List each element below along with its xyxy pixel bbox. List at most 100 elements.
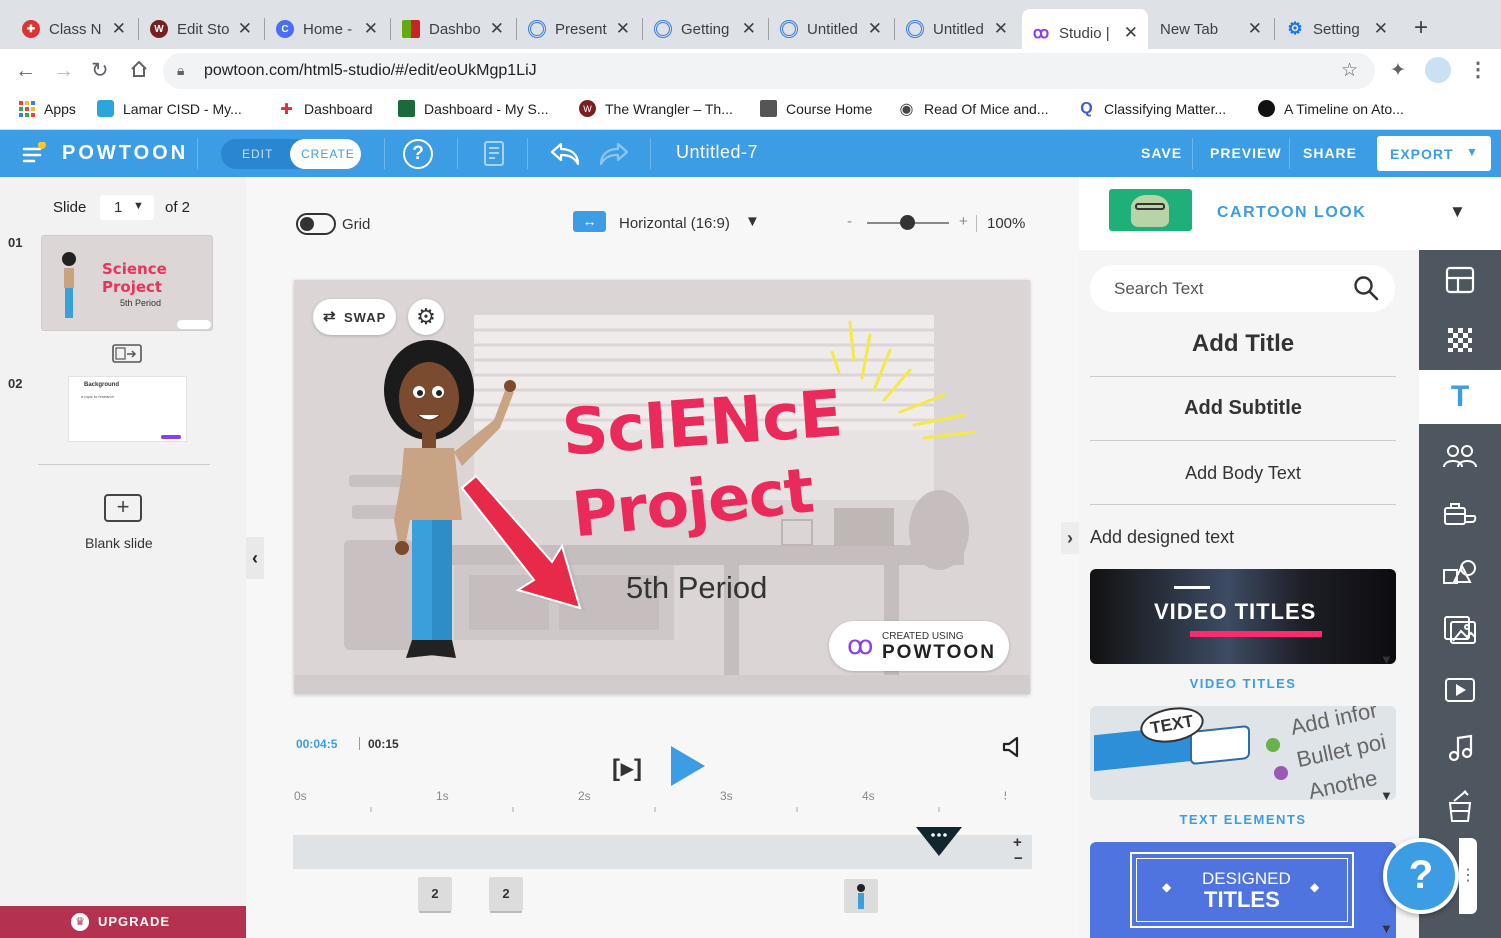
- browser-tab[interactable]: W Edit Sto ✕: [140, 9, 262, 49]
- close-tab-icon[interactable]: ✕: [1124, 23, 1138, 43]
- add-title-option[interactable]: Add Title: [1090, 330, 1396, 377]
- chevron-down-icon[interactable]: ▼: [745, 213, 760, 230]
- close-tab-icon[interactable]: ✕: [238, 19, 252, 39]
- help-menu-icon[interactable]: ⋮: [1459, 838, 1477, 914]
- reload-icon[interactable]: ↻: [91, 58, 109, 83]
- close-tab-icon[interactable]: ✕: [1374, 19, 1388, 39]
- browser-tab[interactable]: ✚ Class N ✕: [12, 9, 136, 49]
- bookmark-dashboard[interactable]: ✚ Dashboard: [278, 100, 372, 118]
- powtoon-logo[interactable]: POWTOON: [62, 142, 188, 165]
- save-button[interactable]: SAVE: [1141, 145, 1182, 161]
- expand-panel-icon[interactable]: ›: [1061, 522, 1079, 554]
- document-title[interactable]: Untitled-7: [676, 142, 758, 163]
- zoom-in-icon[interactable]: +: [959, 213, 968, 230]
- text-icon[interactable]: T: [1419, 370, 1501, 424]
- help-chat-button[interactable]: ?: [1383, 838, 1459, 914]
- text-elements-card[interactable]: TEXT Add infor Bullet poi Anothe: [1090, 706, 1396, 800]
- bookmark-wrangler[interactable]: W The Wrangler – Th...: [579, 100, 733, 117]
- browser-tab[interactable]: ⚙ Setting ✕: [1276, 9, 1398, 49]
- video-titles-card[interactable]: VIDEO TITLES: [1090, 569, 1396, 664]
- characters-icon[interactable]: [1419, 428, 1501, 484]
- bookmark-star-icon[interactable]: ☆: [1341, 59, 1358, 82]
- collapse-panel-icon[interactable]: ‹: [246, 537, 264, 579]
- card-menu-chevron-icon[interactable]: ▼: [1380, 921, 1393, 936]
- upgrade-button[interactable]: ♛ UPGRADE: [0, 906, 246, 938]
- swap-button[interactable]: ⇄ SWAP: [313, 299, 396, 335]
- play-icon[interactable]: [668, 744, 708, 788]
- extensions-icon[interactable]: ✦: [1390, 59, 1406, 82]
- play-scene-icon[interactable]: [▸]: [612, 754, 643, 783]
- orientation-select[interactable]: Horizontal (16:9): [619, 215, 730, 232]
- images-icon[interactable]: [1419, 602, 1501, 658]
- timeline-zoom-in-icon[interactable]: +: [1013, 834, 1022, 851]
- notes-icon[interactable]: [482, 140, 510, 168]
- grid-toggle[interactable]: [296, 213, 336, 235]
- slide-thumbnail[interactable]: Science Project 5th Period: [41, 235, 213, 331]
- new-tab-icon[interactable]: +: [1414, 14, 1428, 42]
- timeline-marker[interactable]: 2: [418, 877, 452, 911]
- slide-number-select[interactable]: 1 ▼: [100, 195, 154, 220]
- zoom-slider-handle[interactable]: [900, 215, 915, 230]
- browser-tab[interactable]: Untitled ✕: [770, 9, 892, 49]
- close-tab-icon[interactable]: ✕: [868, 19, 882, 39]
- slide-thumbnail[interactable]: Background a topic to research: [68, 376, 187, 442]
- props-icon[interactable]: [1419, 486, 1501, 542]
- search-text-input[interactable]: Search Text: [1090, 265, 1395, 312]
- shapes-icon[interactable]: [1419, 544, 1501, 600]
- hamburger-menu-icon[interactable]: [22, 142, 46, 164]
- menu-kebab-icon[interactable]: ⋮: [1468, 57, 1488, 82]
- address-bar[interactable]: 🔒︎ powtoon.com/html5-studio/#/edit/eoUkM…: [163, 53, 1375, 89]
- mode-toggle[interactable]: EDIT CREATE: [221, 139, 361, 169]
- export-button[interactable]: EXPORT ▼: [1377, 136, 1491, 171]
- card-menu-chevron-icon[interactable]: ▼: [1380, 652, 1393, 667]
- mode-create[interactable]: CREATE: [301, 147, 355, 161]
- share-button[interactable]: SHARE: [1303, 145, 1357, 161]
- close-tab-icon[interactable]: ✕: [112, 19, 126, 39]
- browser-tab[interactable]: Getting ✕: [644, 9, 766, 49]
- close-tab-icon[interactable]: ✕: [364, 19, 378, 39]
- profile-avatar[interactable]: [1425, 57, 1451, 83]
- help-icon[interactable]: ?: [403, 139, 433, 169]
- forward-icon[interactable]: →: [53, 59, 74, 83]
- designed-titles-card[interactable]: DESIGNED TITLES ◆ ◆: [1090, 842, 1396, 938]
- timeline-zoom-out-icon[interactable]: −: [1014, 850, 1023, 867]
- preview-button[interactable]: PREVIEW: [1210, 145, 1282, 161]
- bookmark-apps[interactable]: Apps: [18, 100, 76, 117]
- browser-tab[interactable]: C Home - ✕: [266, 9, 388, 49]
- bookmark-lamar[interactable]: Lamar CISD - My...: [97, 100, 242, 117]
- redo-icon[interactable]: [598, 142, 630, 166]
- layout-icon[interactable]: [1419, 252, 1501, 308]
- close-tab-icon[interactable]: ✕: [1248, 19, 1262, 39]
- music-icon[interactable]: [1419, 720, 1501, 776]
- add-slide-icon[interactable]: +: [104, 494, 142, 522]
- volume-icon[interactable]: [1000, 735, 1024, 759]
- mode-edit[interactable]: EDIT: [242, 147, 273, 161]
- slide-canvas[interactable]: ScIENcE Project 5th Period ⇄ SWAP ⚙ ꝏ CR…: [294, 280, 1030, 694]
- home-icon[interactable]: [129, 59, 149, 79]
- timeline-playhead[interactable]: [916, 827, 962, 857]
- back-icon[interactable]: ←: [15, 59, 36, 83]
- browser-tab[interactable]: New Tab ✕: [1150, 9, 1272, 49]
- zoom-out-icon[interactable]: -: [847, 213, 852, 230]
- close-tab-icon[interactable]: ✕: [994, 19, 1008, 39]
- timeline-character-marker[interactable]: [844, 879, 878, 913]
- close-tab-icon[interactable]: ✕: [490, 19, 504, 39]
- settings-gear-icon[interactable]: ⚙: [408, 299, 444, 335]
- close-tab-icon[interactable]: ✕: [616, 19, 630, 39]
- blank-slide-button[interactable]: Blank slide: [85, 535, 153, 551]
- style-selector[interactable]: CARTOON LOOK ▼: [1079, 177, 1501, 250]
- undo-icon[interactable]: [549, 142, 581, 166]
- slide-title-line1[interactable]: ScIENcE: [560, 377, 844, 470]
- bookmark-dashboard-my-s[interactable]: Dashboard - My S...: [398, 100, 549, 117]
- bookmark-classifying[interactable]: Q Classifying Matter...: [1078, 100, 1226, 117]
- timeline-marker[interactable]: 2: [489, 877, 523, 911]
- bookmark-timeline[interactable]: A Timeline on Ato...: [1258, 100, 1404, 117]
- slide-subtitle[interactable]: 5th Period: [626, 570, 767, 606]
- add-subtitle-option[interactable]: Add Subtitle: [1090, 397, 1396, 441]
- pattern-icon[interactable]: [1419, 312, 1501, 368]
- video-icon[interactable]: [1419, 662, 1501, 718]
- timeline-track[interactable]: [293, 835, 1004, 869]
- orientation-icon[interactable]: ↔: [573, 211, 606, 232]
- magic-hat-icon[interactable]: [1419, 778, 1501, 834]
- close-tab-icon[interactable]: ✕: [742, 19, 756, 39]
